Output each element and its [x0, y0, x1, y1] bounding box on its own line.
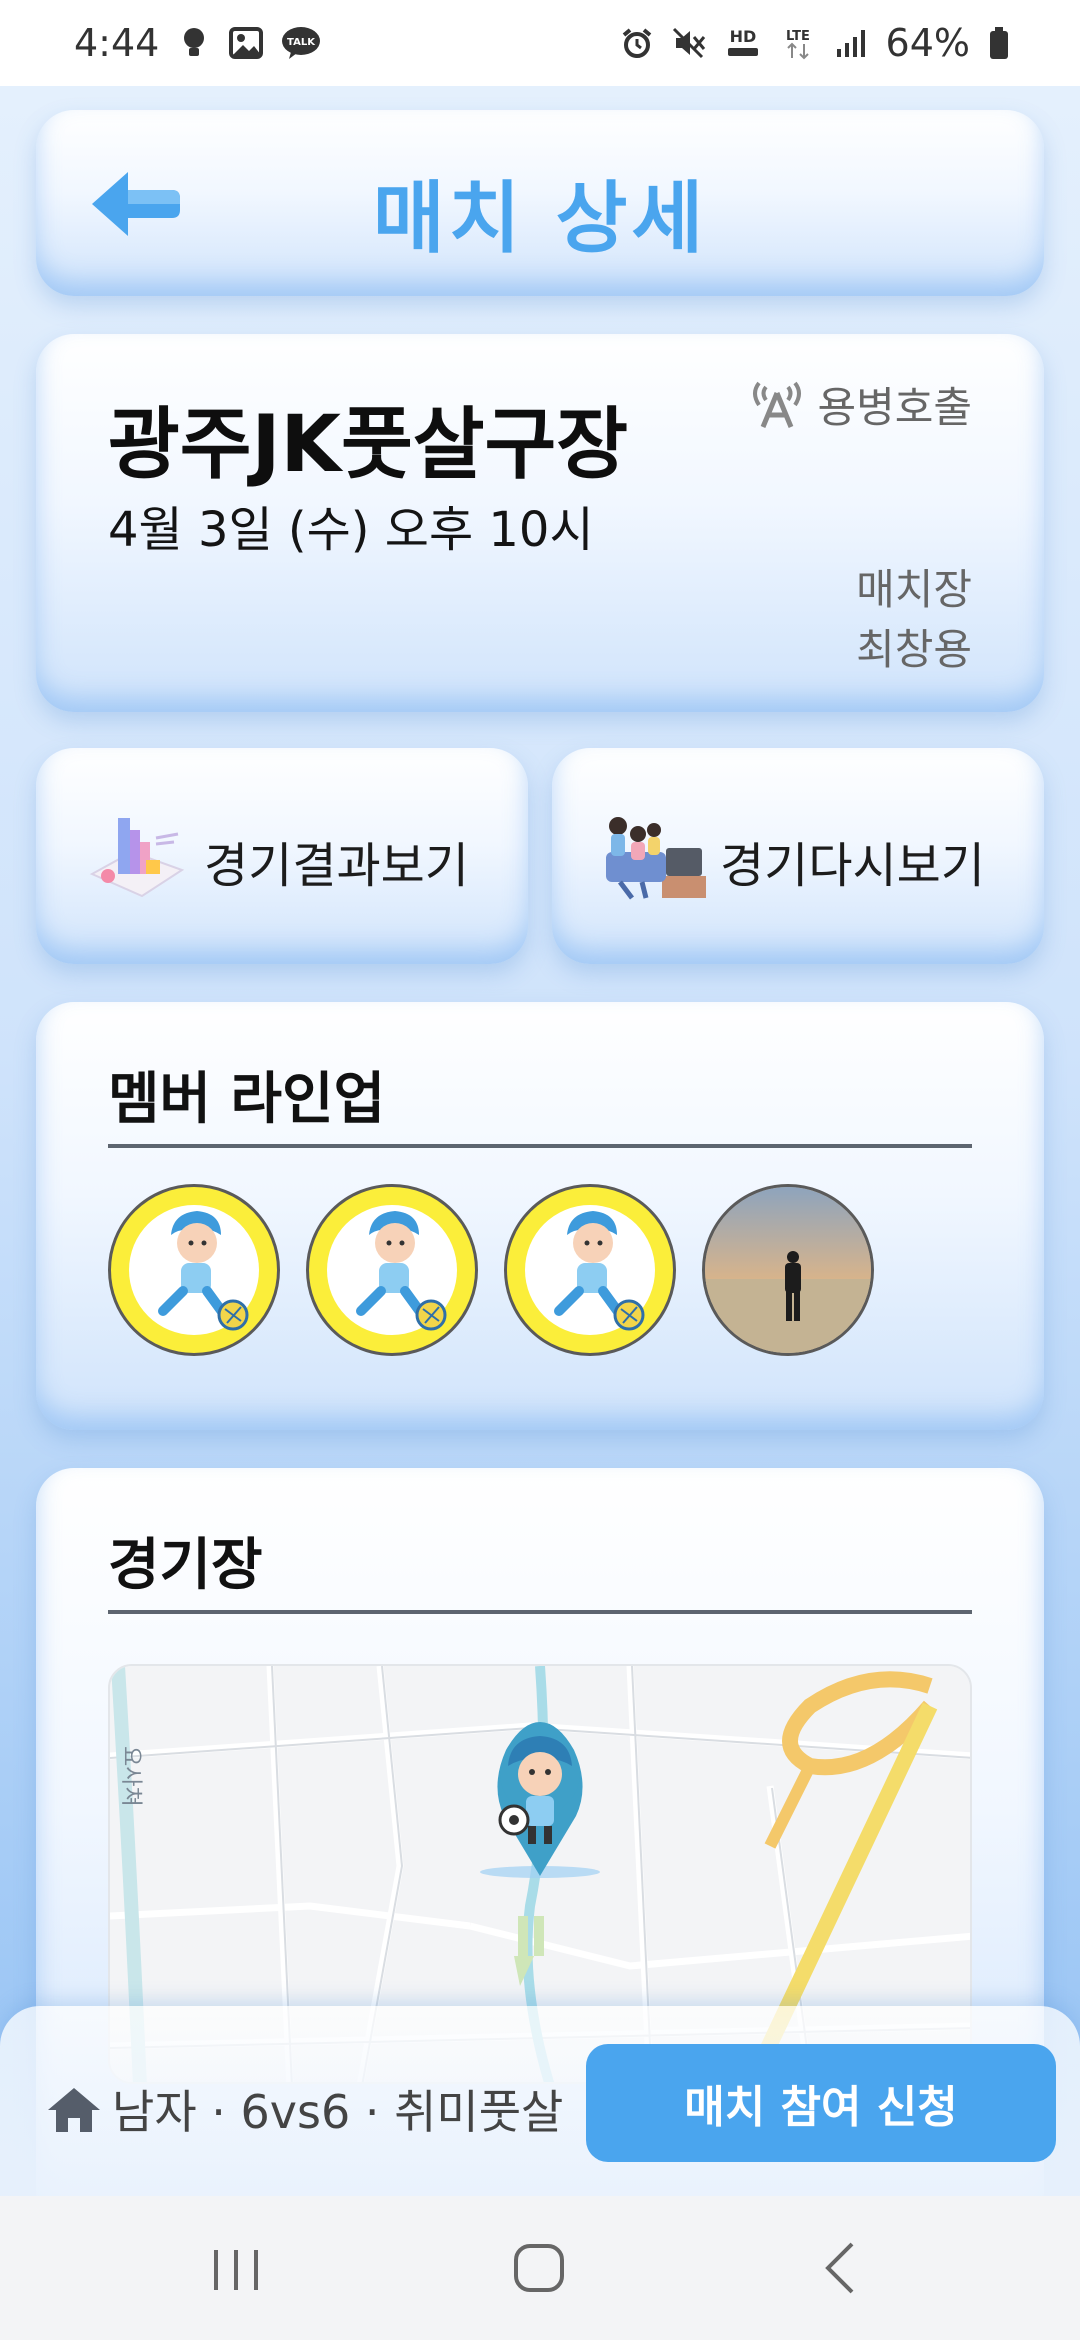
hd-voice-icon: HD	[724, 26, 762, 60]
mute-icon	[672, 26, 706, 60]
venue-name: 광주JK풋살구장	[108, 400, 629, 490]
talk-icon: TALK	[281, 26, 321, 60]
stadium-title: 경기장	[108, 1533, 263, 1598]
home-nav-button[interactable]	[500, 2236, 580, 2300]
member-lineup-card: 멤버 라인업	[36, 1002, 1044, 1430]
status-right: HD LTE 64%	[620, 21, 1010, 65]
stadium-divider	[108, 1610, 972, 1614]
member-avatar-photo[interactable]	[702, 1184, 874, 1356]
status-time: 4:44	[74, 21, 160, 65]
recent-apps-icon	[214, 2250, 258, 2290]
hd-label: HD	[729, 27, 756, 46]
match-results-button[interactable]: 경기결과보기	[36, 748, 528, 964]
lineup-title: 멤버 라인업	[108, 1067, 386, 1132]
match-summary: 남자 · 6vs6 · 취미풋살	[46, 2076, 563, 2142]
status-bar: 4:44 TALK HD LTE 64%	[0, 0, 1080, 86]
member-avatar[interactable]	[108, 1184, 280, 1356]
gallery-icon	[229, 26, 264, 60]
lte-icon: LTE	[780, 26, 816, 60]
back-nav-button[interactable]	[800, 2236, 880, 2300]
map-road-label: 요사쳐	[118, 1746, 143, 1807]
soccer-player-icon	[158, 1211, 249, 1331]
bulb-icon	[177, 26, 211, 60]
page-title: 매치 상세	[372, 174, 708, 264]
status-left: 4:44 TALK	[74, 21, 321, 65]
talk-badge-text: TALK	[287, 37, 316, 48]
header-card: 매치 상세	[36, 110, 1044, 296]
lineup-divider	[108, 1144, 972, 1148]
watching-tv-icon	[606, 817, 706, 900]
home-nav-icon	[514, 2244, 564, 2292]
mercenary-call-label: 용병호출	[817, 383, 972, 432]
bottom-action-bar: 남자 · 6vs6 · 취미풋살 매치 참여 신청	[0, 2006, 1080, 2196]
home-icon	[48, 2088, 100, 2132]
antenna-icon	[753, 381, 802, 428]
lte-label: LTE	[786, 29, 810, 44]
match-replay-label: 경기다시보기	[720, 838, 985, 894]
battery-percent: 64%	[885, 21, 970, 65]
profile-photo	[705, 1187, 871, 1353]
match-summary-text: 남자 · 6vs6 · 취미풋살	[112, 2085, 564, 2139]
soccer-player-icon	[554, 1211, 645, 1331]
system-nav-bar	[0, 2196, 1080, 2340]
member-avatar[interactable]	[306, 1184, 478, 1356]
match-results-label: 경기결과보기	[204, 838, 469, 894]
soccer-player-icon	[356, 1211, 447, 1331]
host-title: 매치장	[856, 565, 972, 614]
apply-match-button[interactable]: 매치 참여 신청	[586, 2044, 1056, 2162]
recent-apps-button[interactable]	[196, 2236, 276, 2300]
match-info-card: 광주JK풋살구장 4월 3일 (수) 오후 10시 용병호출 매치장 최창용	[36, 334, 1044, 712]
match-date: 4월 3일 (수) 오후 10시	[108, 502, 594, 558]
signal-icon	[834, 26, 868, 60]
member-avatar[interactable]	[504, 1184, 676, 1356]
battery-icon	[988, 26, 1010, 60]
lineup-avatars	[108, 1184, 874, 1356]
match-replay-button[interactable]: 경기다시보기	[552, 748, 1044, 964]
back-nav-icon	[825, 2242, 854, 2294]
mercenary-call-button[interactable]: 용병호출	[749, 374, 972, 435]
alarm-icon	[620, 26, 654, 60]
chart-report-icon	[89, 818, 185, 898]
host-name: 최창용	[856, 625, 972, 674]
